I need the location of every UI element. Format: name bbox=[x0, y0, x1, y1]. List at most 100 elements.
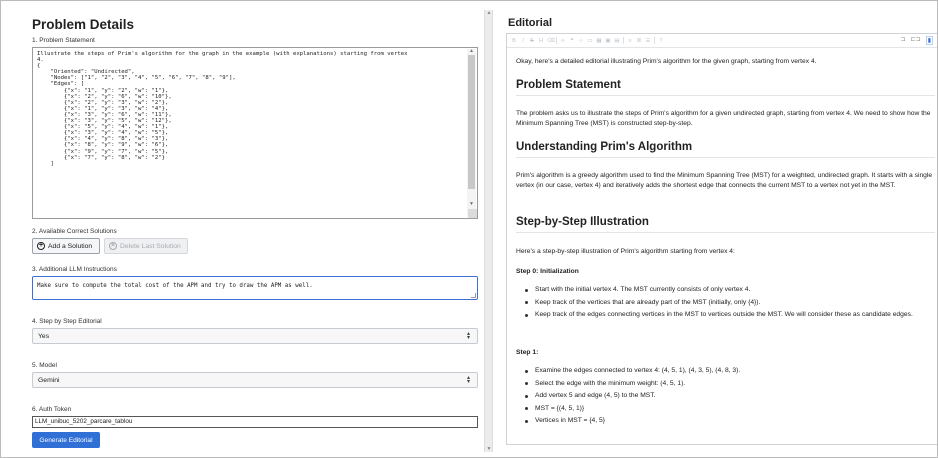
heading-step-by-step: Step-by-Step Illustration bbox=[516, 216, 935, 233]
understanding-paragraph: Prim's algorithm is a greedy algorithm u… bbox=[516, 172, 933, 189]
italic-icon[interactable]: I bbox=[520, 38, 526, 44]
resize-handle[interactable] bbox=[468, 209, 477, 218]
json-line: {"x": "2", "y": "6", "w": "10"}, bbox=[37, 93, 172, 100]
editorial-panel: Editorial B I S H ⌫ ∞ ❝ ‹› ▭ ▦ ▣ ▤ ≡ ≣ ☰… bbox=[498, 1, 937, 457]
code-view-icon[interactable]: ⊐ bbox=[901, 36, 906, 45]
problem-statement-textarea[interactable]: Illustrate the steps of Prim's algorithm… bbox=[32, 47, 478, 219]
llm-instructions-input[interactable]: Make sure to compute the total cost of t… bbox=[32, 276, 478, 300]
solutions-label: 2. Available Correct Solutions bbox=[32, 228, 117, 235]
json-line: {"x": "3", "y": "6", "w": "11"}, bbox=[37, 111, 172, 118]
editor-toolbar: B I S H ⌫ ∞ ❝ ‹› ▭ ▦ ▣ ▤ ≡ ≣ ☰ ? ⊐ ⊏⊐ ▮ bbox=[507, 34, 937, 48]
json-line: {"x": "9", "y": "7", "w": "5"}, bbox=[37, 148, 169, 155]
list-item: MST = {(4, 5, 1)} bbox=[516, 404, 935, 414]
heading-icon[interactable]: H bbox=[538, 38, 544, 44]
model-value: Gemini bbox=[38, 376, 60, 384]
list-item: Vertices in MST = {4, 5} bbox=[516, 416, 935, 426]
step-editorial-select[interactable]: Yes ▴ ▾ bbox=[32, 328, 478, 344]
eraser-icon[interactable]: ⌫ bbox=[547, 38, 555, 44]
auth-token-input[interactable]: LLM_unibuc_5202_parcare_tablou bbox=[32, 416, 478, 428]
step-editorial-value: Yes bbox=[38, 332, 50, 340]
json-line: {"x": "4", "y": "8", "w": "3"}, bbox=[37, 136, 169, 143]
json-line: "Nodes": ["1", "2", "3", "4", "5", "6", … bbox=[37, 75, 236, 82]
media-icon[interactable]: ▤ bbox=[614, 38, 620, 44]
json-line: {"x": "3", "y": "4", "w": "5"}, bbox=[37, 130, 169, 137]
problem-statement-line2: 4. bbox=[37, 57, 44, 64]
json-line: {"x": "7", "y": "8", "w": "2"} bbox=[37, 154, 165, 161]
link-icon[interactable]: ∞ bbox=[560, 38, 566, 44]
add-solution-label: Add a Solution bbox=[48, 242, 93, 250]
list-item: Start with the initial vertex 4. The MST… bbox=[516, 285, 935, 295]
json-line: { bbox=[37, 63, 41, 70]
add-solution-button[interactable]: + Add a Solution bbox=[32, 238, 100, 254]
llm-instructions-value: Make sure to compute the total cost of t… bbox=[37, 283, 313, 289]
list-item: Select the edge with the minimum weight:… bbox=[516, 379, 935, 389]
bullet-list-icon[interactable]: ≡ bbox=[627, 38, 633, 44]
list-item: Add vertex 5 and edge (4, 5) to the MST. bbox=[516, 391, 935, 401]
editorial-title: Editorial bbox=[508, 17, 553, 29]
json-line: {"x": "2", "y": "3", "w": "2"}, bbox=[37, 99, 169, 106]
step1-list: Examine the edges connected to vertex 4:… bbox=[516, 366, 935, 426]
list-item: Keep track of the edges connecting verti… bbox=[516, 310, 935, 320]
textarea-scrollbar[interactable]: ▲ ▼ bbox=[467, 49, 476, 217]
step1-title: Step 1: bbox=[516, 349, 539, 356]
panel-splitter[interactable]: ▲ ▼ bbox=[484, 10, 493, 452]
plus-circle-icon: + bbox=[37, 242, 45, 250]
toolbar-divider bbox=[556, 37, 557, 44]
problem-statement-text: Illustrate the steps of Prim's algorithm… bbox=[37, 51, 463, 167]
resize-handle[interactable] bbox=[471, 293, 476, 298]
scroll-up-icon[interactable]: ▲ bbox=[468, 49, 475, 54]
code-icon[interactable]: ‹› bbox=[578, 38, 584, 44]
scroll-up-icon[interactable]: ▲ bbox=[486, 10, 492, 16]
json-line: {"x": "1", "y": "3", "w": "4"}, bbox=[37, 105, 169, 112]
json-line: {"x": "1", "y": "2", "w": "1"}, bbox=[37, 87, 169, 94]
table-icon[interactable]: ▦ bbox=[596, 38, 602, 44]
image-icon[interactable]: ▣ bbox=[605, 38, 611, 44]
strikethrough-icon[interactable]: S bbox=[529, 38, 535, 44]
panel-title: Problem Details bbox=[32, 17, 135, 32]
problem-details-panel: Problem Details 1. Problem Statement Ill… bbox=[1, 1, 482, 457]
problem-paragraph: The problem asks us to illustrate the st… bbox=[516, 110, 931, 127]
model-select[interactable]: Gemini ▴ ▾ bbox=[32, 372, 478, 388]
view-mode-toggles: ⊐ ⊏⊐ ▮ bbox=[901, 36, 933, 45]
split-view-icon[interactable]: ⊏⊐ bbox=[911, 36, 921, 45]
scroll-down-icon[interactable]: ▼ bbox=[486, 446, 492, 452]
json-line: {"x": "8", "y": "9", "w": "6"}, bbox=[37, 142, 169, 149]
preview-icon[interactable]: ▮ bbox=[925, 36, 933, 45]
model-label: 5. Model bbox=[32, 362, 57, 369]
step0-title: Step 0: Initialization bbox=[516, 268, 579, 275]
help-icon[interactable]: ? bbox=[658, 38, 664, 44]
problem-statement-label: 1. Problem Statement bbox=[32, 37, 95, 44]
auth-token-label: 6. Auth Token bbox=[32, 406, 72, 413]
generate-editorial-button[interactable]: Generate Editorial bbox=[32, 432, 100, 448]
x-circle-icon: × bbox=[109, 242, 117, 250]
list-item: Examine the edges connected to vertex 4:… bbox=[516, 366, 935, 376]
delete-solution-label: Delete Last Solution bbox=[120, 242, 181, 250]
json-line: ] bbox=[37, 160, 54, 167]
json-line: {"x": "5", "y": "4", "w": "1"}, bbox=[37, 124, 169, 131]
scroll-down-icon[interactable]: ▼ bbox=[468, 202, 475, 207]
json-line: {"x": "3", "y": "5", "w": "12"}, bbox=[37, 118, 172, 125]
chevron-updown-icon: ▴ ▾ bbox=[466, 375, 470, 385]
json-line: "Oriented": "Undirected", bbox=[37, 69, 135, 76]
steps-paragraph: Here's a step-by-step illustration of Pr… bbox=[516, 248, 735, 255]
toolbar-divider bbox=[654, 37, 655, 44]
task-list-icon[interactable]: ☰ bbox=[645, 38, 651, 44]
intro-paragraph: Okay, here's a detailed editorial illust… bbox=[516, 58, 817, 65]
scroll-thumb[interactable] bbox=[468, 55, 475, 189]
heading-understanding: Understanding Prim's Algorithm bbox=[516, 141, 935, 158]
llm-instructions-label: 3. Additional LLM Instructions bbox=[32, 266, 117, 273]
quote-icon[interactable]: ❝ bbox=[569, 38, 575, 44]
toolbar-divider bbox=[623, 37, 624, 44]
step-editorial-label: 4. Step by Step Editorial bbox=[32, 318, 102, 325]
bold-icon[interactable]: B bbox=[511, 38, 517, 44]
code-block-icon[interactable]: ▭ bbox=[587, 38, 593, 44]
problem-statement-line1: Illustrate the steps of Prim's algorithm… bbox=[37, 51, 408, 57]
chevron-updown-icon: ▴ ▾ bbox=[466, 331, 470, 341]
heading-problem-statement: Problem Statement bbox=[516, 79, 935, 96]
list-item: Keep track of the vertices that are alre… bbox=[516, 298, 935, 308]
numbered-list-icon[interactable]: ≣ bbox=[636, 38, 642, 44]
delete-last-solution-button[interactable]: × Delete Last Solution bbox=[104, 238, 188, 254]
step0-list: Start with the initial vertex 4. The MST… bbox=[516, 285, 935, 320]
editorial-editor[interactable]: B I S H ⌫ ∞ ❝ ‹› ▭ ▦ ▣ ▤ ≡ ≣ ☰ ? ⊐ ⊏⊐ ▮ bbox=[506, 33, 937, 445]
json-line: "Edges": [ bbox=[37, 81, 85, 88]
